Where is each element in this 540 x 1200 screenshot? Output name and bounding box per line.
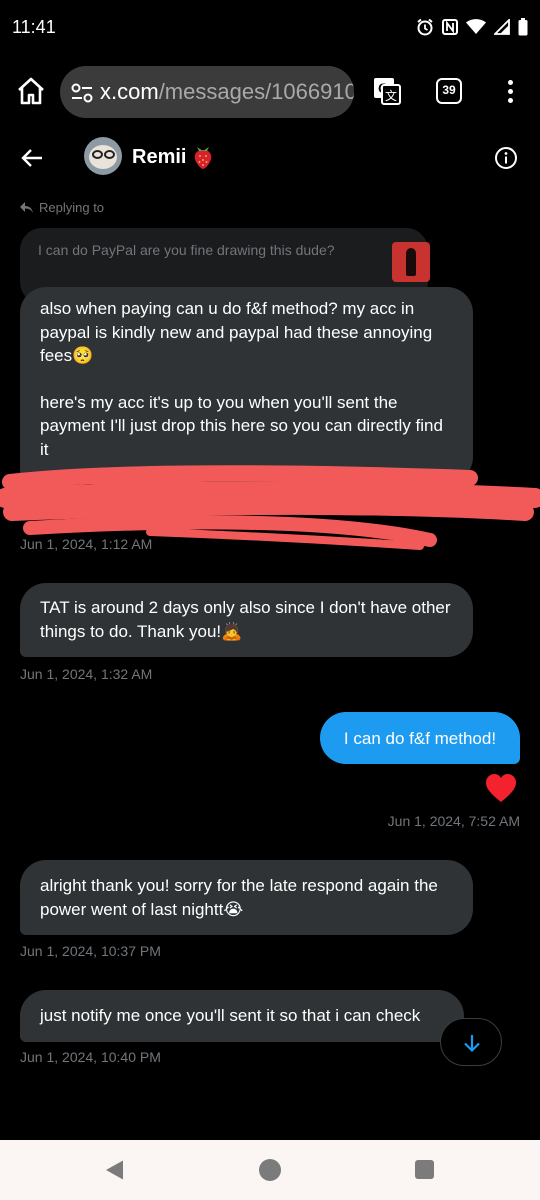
url-text[interactable]: x.com/messages/10669107 (100, 79, 354, 105)
status-time: 11:41 (12, 17, 56, 37)
svg-text:文: 文 (385, 88, 397, 103)
message-text: I can do f&f method! (343, 729, 497, 748)
incoming-message[interactable]: also when paying can u do f&f method? my… (20, 287, 473, 483)
message-text: TAT is around 2 days only also since I d… (40, 598, 451, 641)
translate-icon[interactable]: G文 (372, 76, 402, 106)
outgoing-message[interactable]: I can do f&f method! (320, 712, 520, 764)
quoted-message-text: I can do PayPal are you fine drawing thi… (38, 242, 335, 258)
replying-to-label: Replying to (20, 200, 104, 215)
reply-arrow-icon (20, 202, 33, 213)
message-timestamp: Jun 1, 2024, 1:32 AM (20, 666, 153, 682)
nav-recents-icon[interactable] (415, 1160, 434, 1179)
quoted-image-thumbnail[interactable] (392, 242, 430, 282)
browser-toolbar: x.com/messages/10669107 G文 39 (0, 56, 540, 128)
system-navigation-bar (0, 1140, 540, 1200)
address-bar[interactable]: x.com/messages/10669107 (60, 66, 354, 118)
info-icon[interactable] (494, 146, 518, 170)
signal-icon (494, 19, 510, 35)
incoming-message[interactable]: alright thank you! sorry for the late re… (20, 860, 473, 935)
wifi-icon (466, 19, 486, 34)
incoming-message[interactable]: TAT is around 2 days only also since I d… (20, 583, 473, 657)
message-timestamp: Jun 1, 2024, 1:12 AM (20, 536, 153, 552)
status-bar: 11:41 (0, 0, 540, 56)
strawberry-icon (194, 147, 212, 169)
arrow-down-icon (464, 1035, 480, 1053)
message-text: alright thank you! sorry for the late re… (40, 876, 438, 919)
incoming-message[interactable]: just notify me once you'll sent it so th… (20, 990, 464, 1042)
heart-reaction-icon[interactable] (485, 773, 517, 803)
scroll-to-bottom-button[interactable] (440, 1018, 502, 1066)
message-timestamp: Jun 1, 2024, 7:52 AM (387, 813, 520, 829)
site-settings-icon[interactable] (70, 81, 94, 105)
avatar[interactable] (84, 137, 122, 175)
tab-switcher-button[interactable]: 39 (436, 78, 462, 104)
url-domain: x.com (100, 79, 159, 104)
message-timestamp: Jun 1, 2024, 10:37 PM (20, 943, 161, 959)
nav-back-icon[interactable] (104, 1159, 126, 1181)
nfc-icon (442, 19, 458, 35)
message-text: here's my acc it's up to you when you'll… (40, 392, 443, 459)
conversation-header: Remii (0, 128, 540, 188)
url-path: /messages/10669107 (158, 79, 354, 104)
more-options-icon[interactable] (500, 78, 520, 106)
nav-home-icon[interactable] (259, 1159, 281, 1181)
contact-name[interactable]: Remii (132, 146, 186, 169)
message-timestamp: Jun 1, 2024, 10:40 PM (20, 1049, 161, 1065)
alarm-icon (417, 18, 433, 36)
message-text: just notify me once you'll sent it so th… (40, 1006, 421, 1025)
message-text: also when paying can u do f&f method? my… (40, 299, 433, 365)
home-icon[interactable] (14, 74, 48, 108)
back-arrow-icon[interactable] (18, 144, 46, 172)
replying-to-text: Replying to (39, 200, 105, 215)
battery-icon (518, 18, 528, 36)
status-icons (416, 18, 528, 36)
